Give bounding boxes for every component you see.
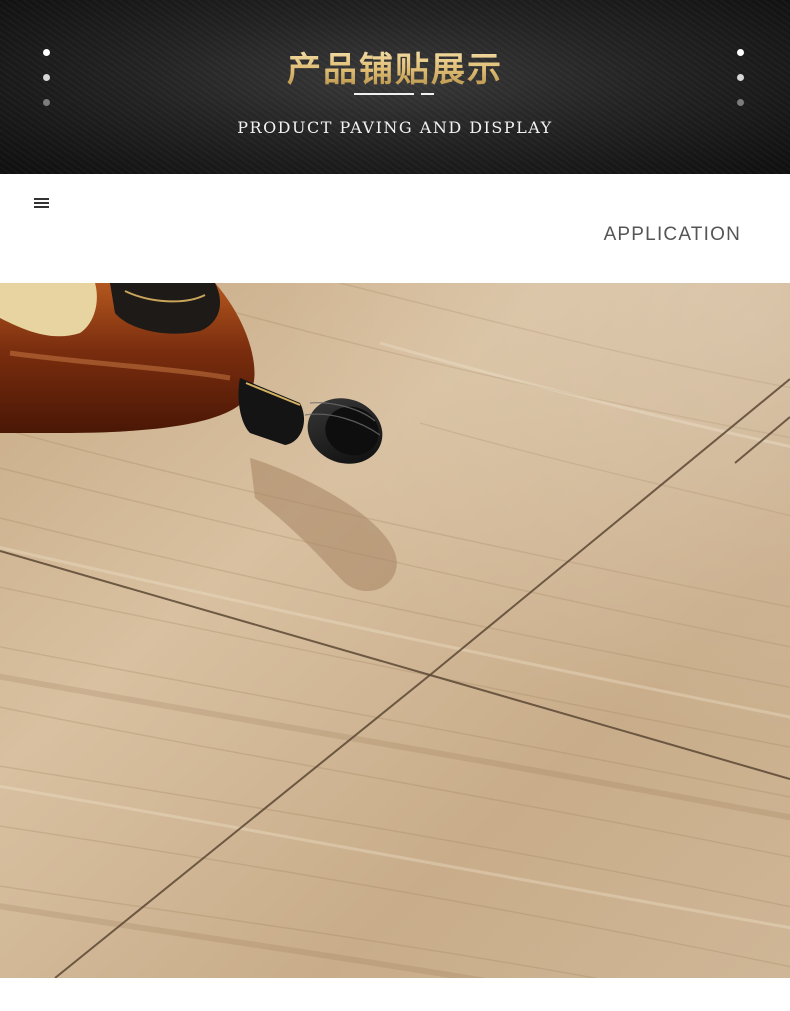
title-divider-short bbox=[421, 93, 434, 95]
section-label: APPLICATION bbox=[603, 224, 741, 245]
product-photo bbox=[0, 283, 790, 978]
banner-title-english: PRODUCT PAVING AND DISPLAY bbox=[237, 118, 553, 137]
menu-icon[interactable] bbox=[34, 198, 49, 208]
banner-title-chinese: 产品铺贴展示 bbox=[0, 42, 790, 91]
title-divider bbox=[354, 93, 414, 95]
header-banner: 产品铺贴展示 PRODUCT PAVING AND DISPLAY bbox=[0, 0, 790, 174]
